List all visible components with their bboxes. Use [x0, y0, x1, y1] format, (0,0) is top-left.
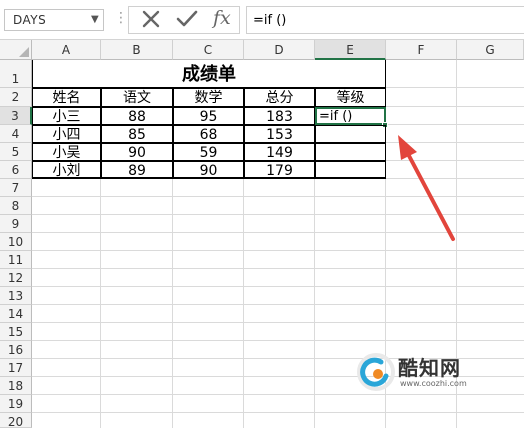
table-cell[interactable]: 95	[173, 107, 244, 125]
column-header-e[interactable]: E	[315, 40, 386, 60]
table-title[interactable]: 成绩单	[33, 61, 385, 88]
name-box[interactable]: DAYS ▼	[4, 9, 104, 31]
row-header[interactable]: 4	[0, 125, 32, 143]
grid-line	[32, 304, 524, 305]
row-header[interactable]: 18	[0, 377, 32, 395]
grid-line	[32, 250, 524, 251]
row-header[interactable]: 1	[0, 60, 32, 88]
column-header-g[interactable]: G	[457, 40, 524, 60]
row-header[interactable]: 10	[0, 233, 32, 251]
enter-check-icon[interactable]	[175, 8, 199, 34]
table-cell[interactable]: 小吴	[32, 143, 101, 161]
row-header[interactable]: 17	[0, 359, 32, 377]
chevron-down-icon[interactable]: ▼	[91, 14, 99, 25]
row-header[interactable]: 19	[0, 395, 32, 413]
grid-line	[32, 286, 524, 287]
table-cell[interactable]: 179	[244, 161, 315, 179]
row-header[interactable]: 11	[0, 251, 32, 269]
column-header-b[interactable]: B	[101, 40, 173, 60]
grid-line	[32, 322, 524, 323]
watermark-name: 酷知网	[398, 356, 461, 380]
formula-text: =if ()	[253, 13, 287, 28]
name-box-value: DAYS	[13, 13, 47, 27]
table-cell[interactable]: 85	[101, 125, 173, 143]
table-cell[interactable]	[315, 161, 386, 179]
watermark-logo-icon	[357, 353, 395, 391]
table-cell[interactable]	[315, 125, 386, 143]
table-cell[interactable]: 183	[244, 107, 315, 125]
header-cell[interactable]: 数学	[173, 88, 244, 107]
header-cell[interactable]: 语文	[101, 88, 173, 107]
row-header[interactable]: 14	[0, 305, 32, 323]
insert-function-icon[interactable]: fx	[213, 7, 231, 29]
table-cell[interactable]: 小四	[32, 125, 101, 143]
table-cell[interactable]: 小三	[32, 107, 101, 125]
watermark: 酷知网 www.coozhi.com	[356, 348, 506, 398]
table-cell[interactable]: 68	[173, 125, 244, 143]
row-header[interactable]: 20	[0, 413, 32, 429]
header-cell[interactable]: 等级	[315, 88, 386, 107]
grid-line	[32, 412, 524, 413]
table-cell[interactable]: 小刘	[32, 161, 101, 179]
column-header-a[interactable]: A	[32, 40, 101, 60]
row-header[interactable]: 8	[0, 197, 32, 215]
formula-input[interactable]: =if ()	[246, 6, 524, 34]
table-cell[interactable]: 90	[173, 161, 244, 179]
watermark-url: www.coozhi.com	[400, 379, 467, 388]
header-cell[interactable]: 姓名	[32, 88, 101, 107]
select-all-corner[interactable]	[0, 40, 32, 60]
table-cell[interactable]: 89	[101, 161, 173, 179]
row-header[interactable]: 5	[0, 143, 32, 161]
table-cell[interactable]: 90	[101, 143, 173, 161]
row-header[interactable]: 3	[0, 107, 32, 125]
row-header[interactable]: 9	[0, 215, 32, 233]
row-header[interactable]: 7	[0, 179, 32, 197]
header-cell[interactable]: 总分	[244, 88, 315, 107]
table-cell[interactable]: 153	[244, 125, 315, 143]
annotation-arrow	[398, 135, 455, 241]
column-header-f[interactable]: F	[386, 40, 457, 60]
cancel-icon[interactable]	[140, 8, 162, 34]
row-header[interactable]: 2	[0, 88, 32, 107]
more-vertical-icon: ⋮	[114, 10, 128, 26]
spreadsheet-grid: A B C D E F G 1 2 3 4 5 6 7 8 9 10 11 12…	[0, 40, 524, 429]
column-header-d[interactable]: D	[244, 40, 315, 60]
table-cell[interactable]: 59	[173, 143, 244, 161]
row-header[interactable]: 13	[0, 287, 32, 305]
row-header[interactable]: 16	[0, 341, 32, 359]
row-header[interactable]: 6	[0, 161, 32, 179]
grid-line	[32, 268, 524, 269]
formula-bar: DAYS ▼ ⋮ fx =if ()	[0, 0, 524, 40]
row-header[interactable]: 12	[0, 269, 32, 287]
grid-line	[32, 340, 524, 341]
active-cell-e3[interactable]: =if ()	[315, 107, 386, 125]
row-header[interactable]: 15	[0, 323, 32, 341]
column-header-c[interactable]: C	[173, 40, 244, 60]
table-cell[interactable]: 149	[244, 143, 315, 161]
table-cell[interactable]	[315, 143, 386, 161]
table-cell[interactable]: 88	[101, 107, 173, 125]
